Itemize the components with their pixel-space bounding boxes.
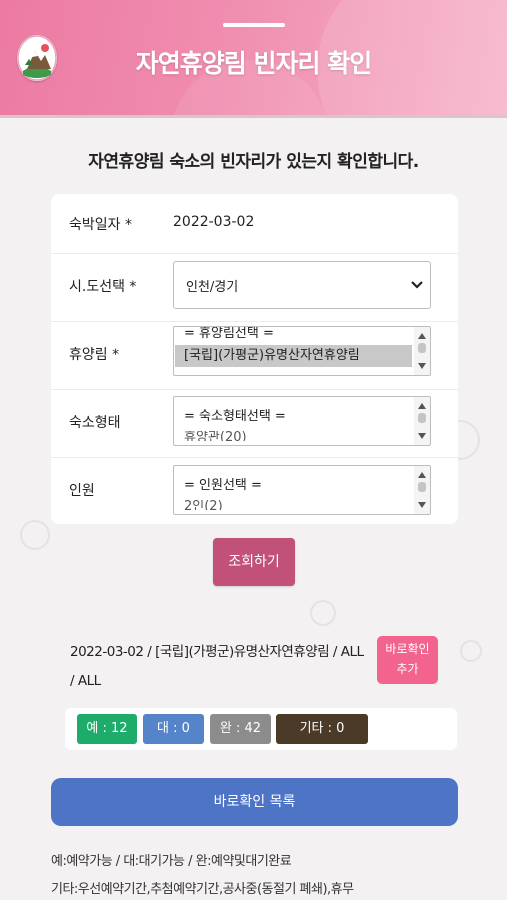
lodging-listbox[interactable]: = 숙소형태선택 = 휴양관(20) (173, 396, 431, 446)
date-value[interactable]: 2022-03-02 (173, 214, 254, 230)
legend-line-2: 기타:우선예약기간,추첨예약기간,공사중(동절기 폐쇄),휴무 (51, 882, 354, 897)
available-badge: 예 : 12 (77, 714, 137, 744)
background-decoration (20, 520, 50, 550)
result-line-1: 2022-03-02 / [국립](가평군)유명산자연휴양림 / ALL (70, 644, 364, 660)
lodging-row: 숙소형태 = 숙소형태선택 = 휴양관(20) (51, 390, 458, 458)
waiting-badge: 대 : 0 (143, 714, 204, 744)
search-form: 숙박일자 * 2022-03-02 시.도선택 * 인천/경기 휴양림 * = … (51, 194, 458, 524)
background-decoration (310, 600, 336, 626)
legend-line-1: 예:예약가능 / 대:대기가능 / 완:예약및대기완료 (51, 854, 292, 869)
result-line-2: / ALL (70, 673, 101, 689)
lodging-scrollbar[interactable] (414, 397, 430, 445)
date-row: 숙박일자 * 2022-03-02 (51, 194, 458, 254)
intro-text: 자연휴양림 숙소의 빈자리가 있는지 확인합니다. (88, 152, 419, 172)
region-select[interactable]: 인천/경기 (173, 261, 431, 309)
background-decoration (460, 640, 482, 662)
quick-check-list-button[interactable]: 바로확인 목록 (51, 778, 458, 826)
scroll-up-icon[interactable] (418, 403, 426, 409)
forest-label: 휴양림 * (69, 347, 120, 363)
region-row: 시.도선택 * 인천/경기 (51, 254, 458, 322)
result-summary: 2022-03-02 / [국립](가평군)유명산자연휴양림 / ALL / A… (70, 638, 375, 696)
scroll-up-icon[interactable] (418, 472, 426, 478)
date-label: 숙박일자 * (69, 217, 132, 233)
chevron-down-icon (411, 281, 423, 289)
scroll-thumb[interactable] (418, 413, 426, 423)
page-title: 자연휴양림 빈자리 확인 (135, 49, 372, 78)
scroll-down-icon[interactable] (418, 363, 426, 369)
forest-listbox[interactable]: = 휴양림선택 = [국립](가평군)유명산자연휴양림 (173, 326, 431, 376)
complete-badge: 완 : 42 (210, 714, 271, 744)
other-badge: 기타 : 0 (276, 714, 368, 744)
people-listbox[interactable]: = 인원선택 = 2인(2) (173, 465, 431, 515)
scroll-thumb[interactable] (418, 343, 426, 353)
status-summary: 예 : 12 대 : 0 완 : 42 기타 : 0 (65, 708, 457, 750)
people-scrollbar[interactable] (414, 466, 430, 514)
forest-row: 휴양림 * = 휴양림선택 = [국립](가평군)유명산자연휴양림 (51, 322, 458, 390)
search-button[interactable]: 조회하기 (213, 538, 295, 586)
scroll-thumb[interactable] (418, 482, 426, 492)
scroll-down-icon[interactable] (418, 502, 426, 508)
lodging-label: 숙소형태 (69, 415, 121, 431)
lodging-option[interactable]: = 숙소형태선택 = (174, 397, 430, 431)
lodging-option[interactable]: 휴양관(20) (174, 431, 430, 441)
people-label: 인원 (69, 483, 95, 499)
scroll-down-icon[interactable] (418, 433, 426, 439)
page-header: 자연휴양림 빈자리 확인 (0, 0, 507, 118)
region-label: 시.도선택 * (69, 279, 137, 295)
forest-scrollbar[interactable] (414, 327, 430, 375)
people-row: 인원 = 인원선택 = 2인(2) (51, 458, 458, 524)
people-option[interactable]: = 인원선택 = (174, 466, 430, 500)
add-button-line-2: 추가 (396, 662, 419, 676)
forest-option[interactable]: = 휴양림선택 = (174, 327, 430, 345)
scroll-up-icon[interactable] (418, 333, 426, 339)
add-quick-check-button[interactable]: 바로확인 추가 (377, 636, 438, 684)
forest-option-selected[interactable]: [국립](가평군)유명산자연휴양림 (175, 345, 412, 367)
header-divider (223, 23, 285, 27)
add-button-line-1: 바로확인 (385, 642, 430, 656)
people-option[interactable]: 2인(2) (174, 500, 430, 510)
region-selected-value: 인천/경기 (186, 280, 239, 295)
